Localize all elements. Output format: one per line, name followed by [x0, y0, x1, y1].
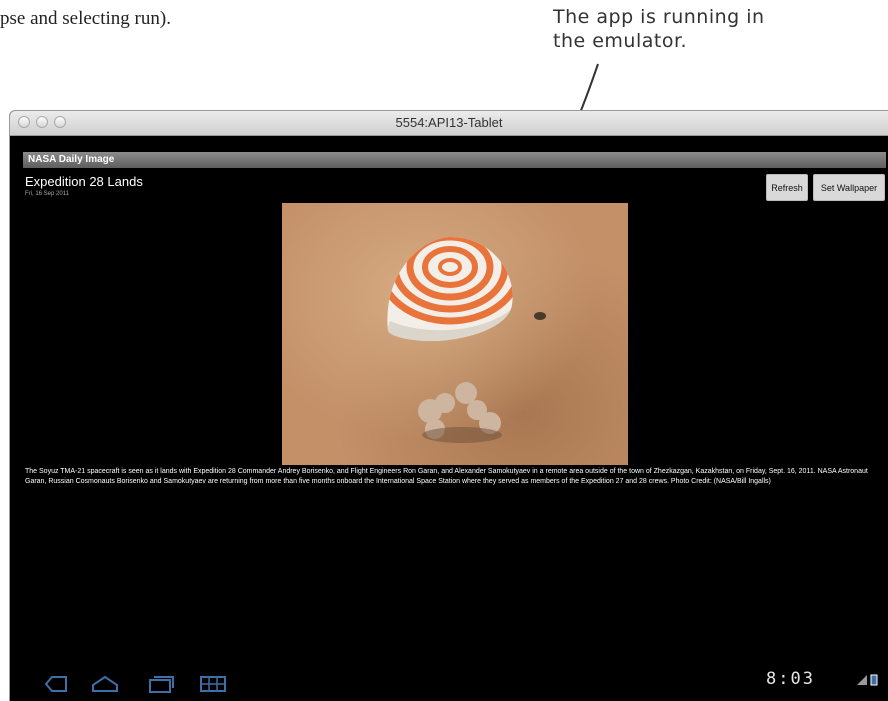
window-titlebar: 5554:API13-Tablet [10, 111, 888, 136]
device-screen: NASA Daily Image Expedition 28 Lands Fri… [10, 136, 888, 701]
refresh-button[interactable]: Refresh [766, 174, 808, 201]
handwritten-annotation: The app is running in the emulator. [553, 6, 765, 52]
book-body-text: pse and selecting run). [0, 8, 171, 29]
back-icon[interactable] [40, 674, 70, 694]
set-wallpaper-button[interactable]: Set Wallpaper [813, 174, 885, 201]
image-date: Fri, 16 Sep 2011 [25, 191, 69, 197]
battery-icon [870, 674, 878, 686]
app-title-bar: NASA Daily Image [23, 152, 886, 168]
menu-icon[interactable] [198, 674, 228, 694]
signal-icon [857, 675, 867, 685]
recent-apps-icon[interactable] [146, 674, 176, 694]
soyuz-landing-photo [387, 237, 546, 443]
home-icon[interactable] [90, 674, 120, 694]
daily-image [282, 203, 628, 465]
image-description: The Soyuz TMA-21 spacecraft is seen as i… [25, 468, 868, 485]
window-title: 5554:API13-Tablet [395, 115, 503, 130]
emulator-window: 5554:API13-Tablet NASA Daily Image Exped… [10, 111, 888, 701]
status-clock: 8:03 [766, 669, 815, 689]
system-navigation-bar: 8:03 [10, 661, 888, 701]
image-title: Expedition 28 Lands [25, 174, 143, 189]
